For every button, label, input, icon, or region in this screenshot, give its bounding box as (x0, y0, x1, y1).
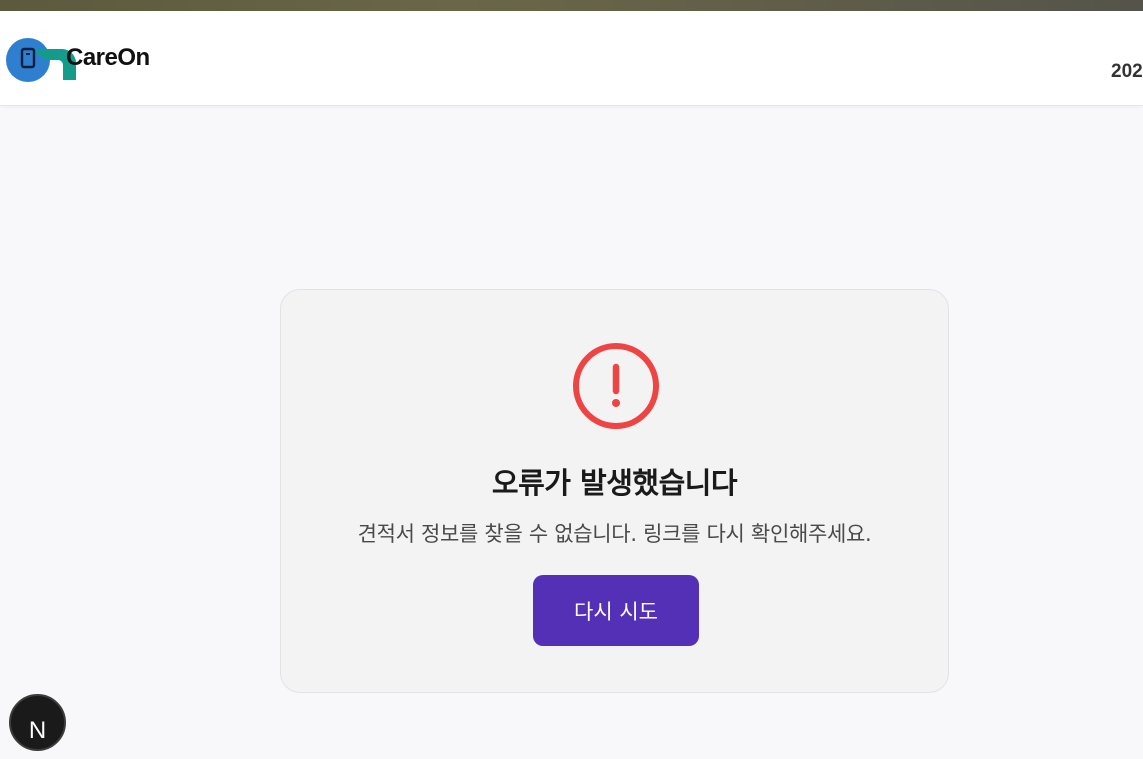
nextjs-logo-letter: N (28, 717, 47, 744)
error-card: 오류가 발생했습니다 견적서 정보를 찾을 수 없습니다. 링크를 다시 확인해… (280, 289, 949, 693)
retry-button[interactable]: 다시 시도 (533, 575, 699, 646)
nextjs-dev-indicator[interactable]: N (9, 694, 66, 751)
error-title: 오류가 발생했습니다 (491, 466, 738, 500)
error-message: 견적서 정보를 찾을 수 없습니다. 링크를 다시 확인해주세요. (357, 522, 872, 546)
browser-top-strip (0, 0, 1143, 11)
logo-text: CareOn (66, 44, 150, 71)
alert-circle-icon (573, 343, 659, 429)
app-header: CareOn 2025 (0, 11, 1143, 106)
header-year-text: 2025 (1111, 61, 1143, 82)
